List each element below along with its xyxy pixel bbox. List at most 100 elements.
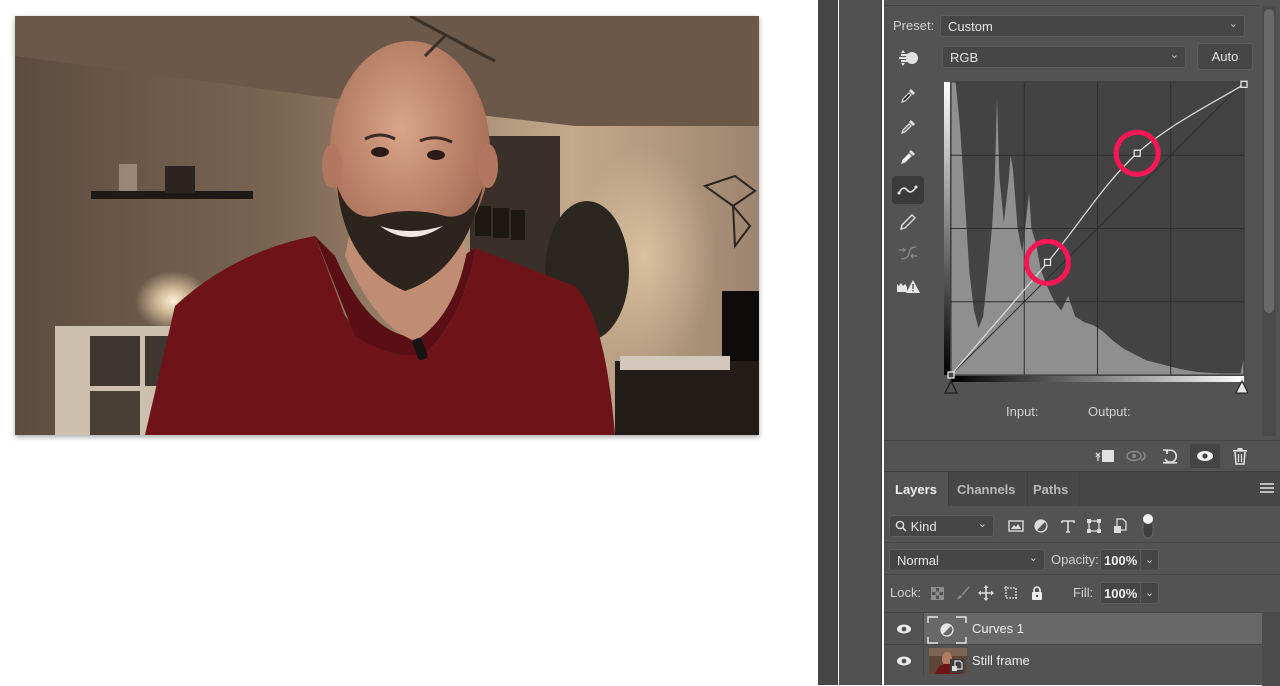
filter-kind-group: Kind [895, 519, 937, 534]
filter-adjustment-layers[interactable] [1031, 516, 1051, 536]
divider [884, 542, 1280, 543]
lock-all-button[interactable] [1029, 585, 1045, 601]
layers-panel: Layers Channels Paths Kind ⌄ Normal ⌄ Op… [884, 471, 1280, 686]
divider [884, 574, 1280, 575]
fill-label: Fill: [1073, 585, 1094, 600]
brush-icon [957, 586, 970, 599]
auto-button[interactable]: Auto [1197, 43, 1253, 70]
layer-name: Still frame [972, 653, 1030, 668]
opacity-label: Opacity: [1051, 552, 1099, 567]
lock-artboard-button[interactable] [1003, 585, 1019, 601]
smooth-curve-tool[interactable] [892, 239, 924, 267]
lock-icon [1032, 586, 1042, 600]
opacity-dropdown-icon[interactable]: ⌄ [1140, 550, 1158, 570]
black-point-slider[interactable] [943, 379, 959, 394]
preset-value: Custom [948, 19, 993, 34]
preset-label: Preset: [893, 18, 935, 33]
smart-object-icon [1114, 518, 1127, 533]
targeted-adjustment-hand-icon[interactable] [897, 48, 921, 68]
filter-shape-layers[interactable] [1084, 516, 1104, 536]
checkerboard-icon [930, 586, 944, 600]
tab-layers[interactable]: Layers [884, 472, 949, 506]
toggle-visibility-button[interactable] [1190, 444, 1220, 468]
still-frame-photo [15, 16, 759, 435]
image-icon [1008, 520, 1024, 532]
right-panel: Preset: Custom ⌄ RGB ⌄ Auto Input: Outpu… [884, 0, 1280, 686]
curves-graph-svg[interactable] [942, 78, 1249, 398]
input-label: Input: [1006, 404, 1039, 419]
filter-smart-objects[interactable] [1110, 516, 1130, 536]
curve-control-point[interactable] [1240, 80, 1248, 88]
view-previous-state-button[interactable] [1122, 444, 1152, 468]
view-previous-state-icon [1126, 450, 1146, 462]
chevron-down-icon: ⌄ [977, 518, 987, 530]
draw-pencil-icon [900, 214, 916, 230]
curve-control-point[interactable] [1043, 258, 1052, 266]
panel-menu-icon[interactable] [1260, 483, 1274, 495]
type-icon [1061, 520, 1075, 533]
toggle-visibility-icon [1197, 451, 1213, 461]
filter-type-layers[interactable] [1058, 516, 1078, 536]
reset-button[interactable] [1155, 444, 1185, 468]
sample-black-point-tool[interactable] [892, 82, 924, 110]
shape-icon [1087, 519, 1101, 533]
properties-panel-curves: Preset: Custom ⌄ RGB ⌄ Auto Input: Outpu… [884, 0, 1260, 440]
lock-position-button[interactable] [978, 585, 994, 601]
sample-white-point-icon [901, 150, 915, 164]
artboard-icon [1004, 586, 1018, 600]
properties-scrollbar[interactable] [1262, 6, 1276, 436]
layer-row-still-frame[interactable]: Still frame [884, 644, 1262, 676]
tab-channels[interactable]: Channels [946, 472, 1028, 506]
layer-row-curves[interactable]: Curves 1 [884, 612, 1262, 644]
blend-mode-value: Normal [897, 553, 939, 568]
layer-name: Curves 1 [972, 621, 1025, 636]
scrollbar-thumb[interactable] [1264, 9, 1274, 313]
input-gradient-bar [951, 376, 1244, 382]
filter-kind-value: Kind [910, 519, 937, 534]
curve-control-point[interactable] [947, 371, 955, 379]
properties-footer [884, 440, 1280, 470]
fill-dropdown-icon[interactable]: ⌄ [1140, 583, 1158, 603]
opacity-field[interactable]: 100% ⌄ [1100, 549, 1159, 571]
photo-illustration [15, 16, 759, 435]
filter-kind-dropdown[interactable]: Kind ⌄ [889, 515, 994, 537]
sample-white-point-tool[interactable] [892, 143, 924, 171]
layer-filter-row: Kind ⌄ [884, 508, 1280, 542]
white-point-slider[interactable] [1235, 379, 1249, 394]
layers-tab-bar: Layers Channels Paths [884, 472, 1280, 506]
clip-to-layer-button[interactable] [1090, 444, 1120, 468]
lock-image-pixels-button[interactable] [955, 585, 971, 601]
blend-mode-dropdown[interactable]: Normal ⌄ [889, 549, 1045, 571]
sample-gray-point-icon [901, 120, 915, 134]
chevron-down-icon: ⌄ [1228, 18, 1238, 30]
delete-button[interactable] [1225, 444, 1255, 468]
blend-opacity-row: Normal ⌄ Opacity: 100% ⌄ [884, 544, 1280, 574]
filter-toggle-switch[interactable] [1138, 512, 1158, 540]
panel-dock-strip [839, 0, 882, 685]
layer-thumbnail [929, 648, 967, 674]
output-label: Output: [1088, 404, 1131, 419]
toggle-filter-icon [1142, 514, 1154, 539]
tab-paths[interactable]: Paths [1022, 472, 1081, 506]
layers-scrollbar[interactable] [1262, 612, 1280, 686]
sample-gray-point-tool[interactable] [892, 113, 924, 141]
adjustment-icon [1034, 519, 1048, 533]
channel-dropdown[interactable]: RGB ⌄ [942, 46, 1186, 68]
chevron-down-icon: ⌄ [1169, 49, 1179, 61]
layer-visibility-eye-icon[interactable] [896, 622, 912, 636]
curves-graph[interactable] [942, 78, 1249, 398]
layer-visibility-eye-icon[interactable] [896, 654, 912, 668]
move-icon [978, 585, 994, 601]
adjustment-layer-thumbnail [927, 616, 967, 644]
draw-pencil-tool[interactable] [892, 208, 924, 236]
filter-pixel-layers[interactable] [1006, 516, 1026, 536]
preset-dropdown[interactable]: Custom ⌄ [940, 15, 1245, 37]
document-canvas [0, 0, 818, 685]
curve-control-point[interactable] [1133, 149, 1141, 157]
fill-field[interactable]: 100% ⌄ [1100, 582, 1159, 604]
clipping-warning-tool[interactable] [892, 272, 924, 300]
lock-transparent-pixels-button[interactable] [929, 585, 945, 601]
delete-icon [1233, 448, 1247, 465]
edit-points-tool[interactable] [892, 176, 924, 204]
output-gradient-bar [944, 82, 950, 375]
